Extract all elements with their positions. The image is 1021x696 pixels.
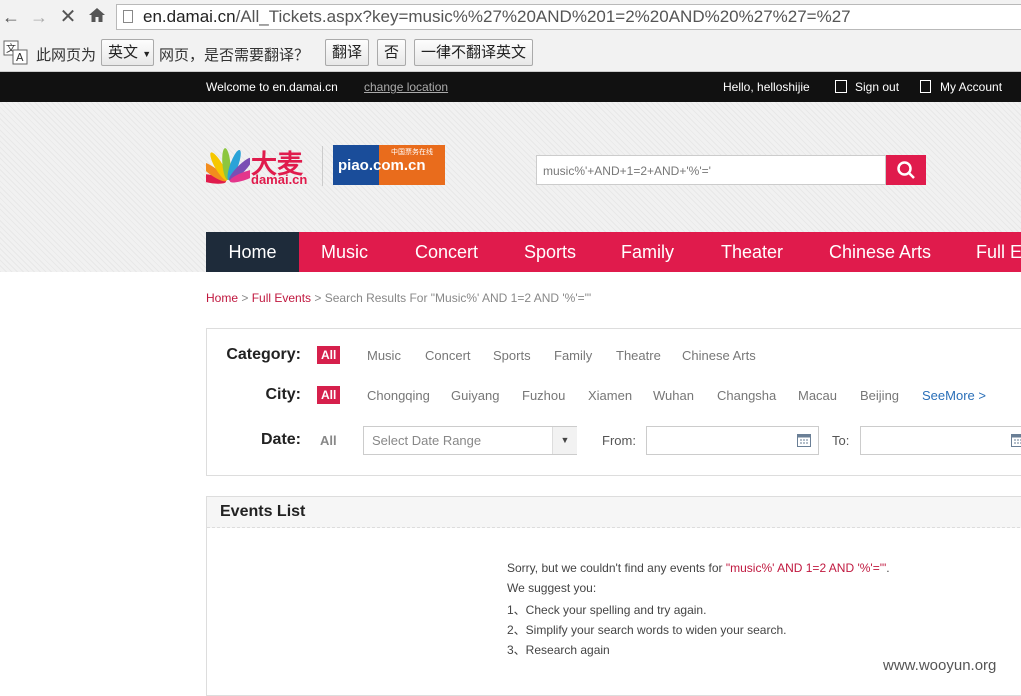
- home-icon[interactable]: [86, 6, 108, 28]
- translate-question: 网页，是否需要翻译？: [159, 44, 309, 65]
- suggest-tip-3[interactable]: 3、Research again: [507, 641, 610, 658]
- my-account-link[interactable]: My Account: [940, 80, 1002, 94]
- suggest-text: We suggest you:: [507, 581, 596, 595]
- category-chinese-arts[interactable]: Chinese Arts: [682, 348, 756, 363]
- breadcrumb-current: > Search Results For "Music%' AND 1=2 AN…: [311, 291, 591, 305]
- watermark: www.wooyun.org: [883, 657, 996, 674]
- nav-theater[interactable]: Theater: [721, 232, 783, 272]
- date-label: Date:: [206, 431, 301, 449]
- category-all[interactable]: All: [317, 346, 340, 364]
- logo-divider: [322, 146, 323, 186]
- never-translate-button[interactable]: 一律不翻译英文: [414, 39, 533, 66]
- dropdown-arrow-icon: ▼: [552, 427, 577, 454]
- date-range-placeholder: Select Date Range: [372, 433, 481, 448]
- to-label: To:: [832, 433, 849, 448]
- piao-logo-tagline: 中国票务在线: [391, 147, 433, 157]
- greeting-text: Hello, helloshijie: [723, 80, 810, 94]
- search-button[interactable]: [886, 155, 926, 185]
- see-more-link[interactable]: SeeMore >: [922, 388, 986, 403]
- url-path: /All_Tickets.aspx?key=music%%27%20AND%20…: [236, 7, 851, 26]
- breadcrumb-full-events[interactable]: Full Events: [252, 291, 311, 305]
- no-results-prefix: Sorry, but we couldn't find any events f…: [507, 561, 726, 575]
- city-chongqing[interactable]: Chongqing: [367, 388, 430, 403]
- translate-bar: 文 A 此网页为 英文 ▼ 网页，是否需要翻译？ 翻译 否 一律不翻译英文: [0, 34, 1021, 72]
- change-location-link[interactable]: change location: [364, 80, 448, 94]
- language-select[interactable]: 英文 ▼: [101, 39, 154, 66]
- nav-full-events[interactable]: Full Events: [976, 232, 1021, 272]
- url-domain: en.damai.cn: [143, 7, 236, 26]
- category-theatre[interactable]: Theatre: [616, 348, 661, 363]
- suggest-tip-2: 2、Simplify your search words to widen yo…: [507, 621, 786, 638]
- no-results-query: "music%' AND 1=2 AND '%'='": [726, 561, 886, 575]
- address-bar[interactable]: en.damai.cn/All_Tickets.aspx?key=music%%…: [116, 4, 1021, 30]
- page-icon: [123, 10, 133, 23]
- events-header: Events List: [207, 497, 1021, 528]
- nav-chinese-arts[interactable]: Chinese Arts: [829, 232, 931, 272]
- search-icon: [896, 160, 916, 180]
- suggest-tip-1: 1、Check your spelling and try again.: [507, 601, 706, 618]
- from-date-input[interactable]: [646, 426, 819, 455]
- from-label: From:: [602, 433, 636, 448]
- category-family[interactable]: Family: [554, 348, 592, 363]
- nav-sports[interactable]: Sports: [524, 232, 576, 272]
- damai-flower-icon: [206, 144, 250, 188]
- url-text[interactable]: en.damai.cn/All_Tickets.aspx?key=music%%…: [143, 7, 851, 27]
- city-beijing[interactable]: Beijing: [860, 388, 899, 403]
- translate-lead: 此网页为: [36, 44, 96, 65]
- svg-text:A: A: [16, 51, 24, 64]
- damai-logo[interactable]: 大麦 damai.cn: [206, 144, 316, 188]
- piao-logo-text: piao.com.cn: [338, 157, 426, 174]
- nav-family[interactable]: Family: [621, 232, 674, 272]
- search-value: music%'+AND+1=2+AND+'%'=': [543, 164, 711, 178]
- no-results-message: Sorry, but we couldn't find any events f…: [507, 561, 890, 575]
- caret-down-icon: ▼: [142, 49, 151, 59]
- no-translate-button[interactable]: 否: [377, 39, 406, 66]
- city-macau[interactable]: Macau: [798, 388, 837, 403]
- city-xiamen[interactable]: Xiamen: [588, 388, 632, 403]
- browser-toolbar: ← → ✕ en.damai.cn/All_Tickets.aspx?key=m…: [0, 0, 1021, 34]
- city-changsha[interactable]: Changsha: [717, 388, 776, 403]
- city-all[interactable]: All: [317, 386, 340, 404]
- events-title: Events List: [220, 503, 305, 521]
- breadcrumb-home[interactable]: Home: [206, 291, 238, 305]
- forward-icon[interactable]: →: [28, 6, 50, 28]
- damai-logo-en: damai.cn: [251, 172, 307, 187]
- category-concert[interactable]: Concert: [425, 348, 471, 363]
- breadcrumb: Home > Full Events > Search Results For …: [206, 291, 591, 305]
- to-date-input[interactable]: [860, 426, 1021, 455]
- calendar-icon[interactable]: [797, 433, 811, 447]
- sign-out-link[interactable]: Sign out: [855, 80, 899, 94]
- welcome-text: Welcome to en.damai.cn: [206, 80, 338, 94]
- city-label: City:: [206, 386, 301, 404]
- nav-home[interactable]: Home: [206, 232, 299, 272]
- city-fuzhou[interactable]: Fuzhou: [522, 388, 565, 403]
- translate-button[interactable]: 翻译: [325, 39, 369, 66]
- language-value: 英文: [108, 44, 138, 61]
- back-icon[interactable]: ←: [0, 6, 22, 28]
- calendar-icon[interactable]: [1011, 433, 1021, 447]
- date-range-select[interactable]: Select Date Range ▼: [363, 426, 577, 455]
- category-music[interactable]: Music: [367, 348, 401, 363]
- no-results-suffix: .: [886, 561, 889, 575]
- stop-icon[interactable]: ✕: [57, 6, 79, 28]
- piao-logo[interactable]: 中国票务在线 piao.com.cn: [333, 145, 445, 185]
- translate-icon: 文 A: [3, 40, 29, 66]
- site-top-bar: Welcome to en.damai.cn change location H…: [0, 72, 1021, 102]
- account-icon: [920, 80, 931, 93]
- main-nav: Home Music Concert Sports Family Theater…: [206, 232, 1021, 272]
- category-label: Category:: [206, 346, 301, 364]
- city-guiyang[interactable]: Guiyang: [451, 388, 499, 403]
- breadcrumb-sep: >: [238, 291, 252, 305]
- search-input[interactable]: music%'+AND+1=2+AND+'%'=': [536, 155, 886, 185]
- category-sports[interactable]: Sports: [493, 348, 531, 363]
- city-wuhan[interactable]: Wuhan: [653, 388, 694, 403]
- date-all[interactable]: All: [320, 433, 337, 448]
- nav-concert[interactable]: Concert: [415, 232, 478, 272]
- sign-out-icon: [835, 80, 847, 93]
- nav-music[interactable]: Music: [321, 232, 368, 272]
